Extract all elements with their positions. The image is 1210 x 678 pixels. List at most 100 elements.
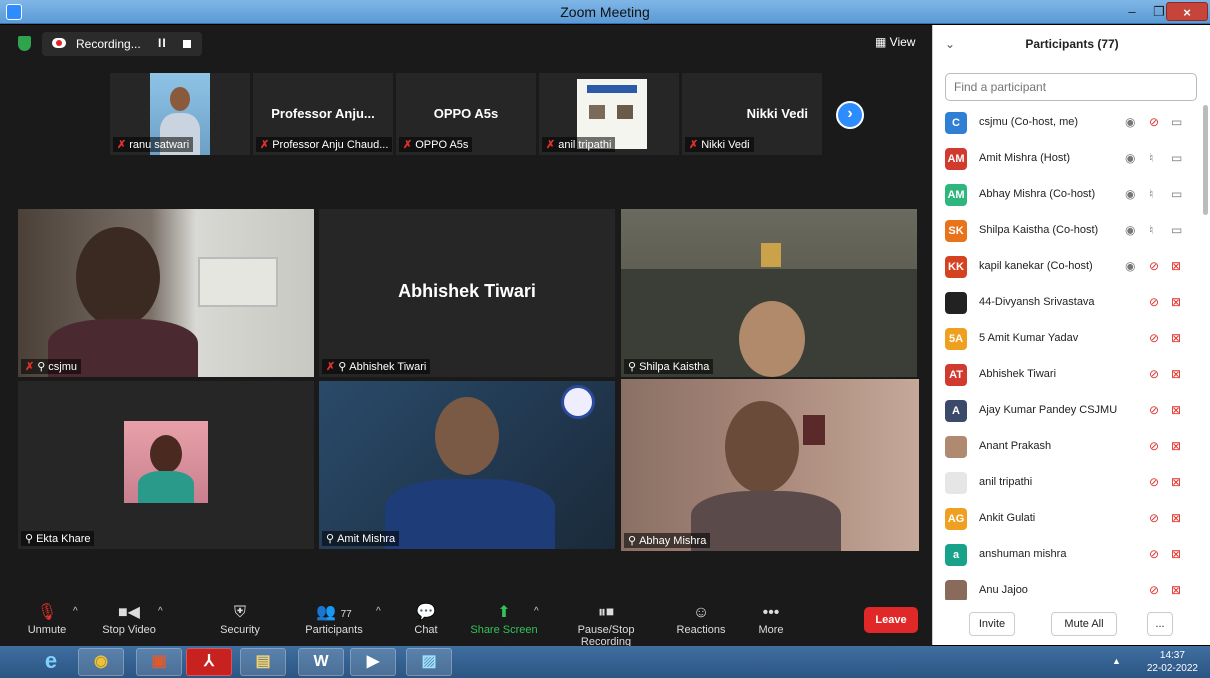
participant-name-large: Professor Anju... xyxy=(271,106,375,121)
share-options-caret-icon[interactable]: ^ xyxy=(534,606,539,617)
video-tile-csjmu[interactable]: ✗ ⚲ csjmu xyxy=(18,209,314,377)
stop-recording-button[interactable] xyxy=(183,40,191,48)
participants-icon: 👥 xyxy=(316,604,337,621)
strip-tile-anil-tripathi[interactable]: ✗ anil tripathi xyxy=(539,73,679,155)
stop-video-button[interactable]: ■◀ Stop Video xyxy=(89,602,169,636)
participant-list-scrollbar[interactable] xyxy=(1203,105,1208,215)
strip-tile-ranu-satwari[interactable]: ✗ ranu satwari xyxy=(110,73,250,155)
participant-label: ✗ ⚲ Abhishek Tiwari xyxy=(322,359,431,374)
leave-button[interactable]: Leave xyxy=(864,607,918,633)
share-indicator-icon: ◉ xyxy=(1125,259,1136,273)
camera-icon: ▭ xyxy=(1171,115,1183,129)
participant-name: kapil kanekar (Co-host) xyxy=(979,260,1093,272)
participant-row[interactable]: A Ajay Kumar Pandey CSJMU ⊘ ⊠ xyxy=(933,393,1201,429)
pin-icon: ⚲ xyxy=(628,535,637,547)
mic-muted-icon: ✗ xyxy=(25,361,35,373)
smiley-icon: ☺ xyxy=(692,604,710,621)
participant-row[interactable]: Anu Jajoo ⊘ ⊠ xyxy=(933,573,1201,600)
meeting-stage: Recording... II ▦ View ✗ ranu satwari Pro… xyxy=(0,25,932,645)
participant-search-input[interactable] xyxy=(945,73,1197,101)
invite-button[interactable]: Invite xyxy=(969,612,1015,636)
photos-icon[interactable]: ▨ xyxy=(406,648,452,676)
participant-name: Ankit Gulati xyxy=(979,512,1036,524)
mic-muted-icon: ⊘ xyxy=(1149,547,1160,561)
participants-caret-icon[interactable]: ^ xyxy=(376,606,381,617)
participant-row[interactable]: AM Abhay Mishra (Co-host) ◉ ♮ ▭ xyxy=(933,177,1201,213)
video-tile-abhishek-tiwari[interactable]: Abhishek Tiwari ✗ ⚲ Abhishek Tiwari xyxy=(319,209,615,377)
close-button[interactable]: × xyxy=(1166,2,1208,21)
video-tile-shilpa-kaistha[interactable]: ⚲ Shilpa Kaistha xyxy=(621,209,917,377)
security-button[interactable]: ⛨ Security xyxy=(200,602,280,636)
panel-more-button[interactable]: ... xyxy=(1147,612,1173,636)
participant-name: anil tripathi xyxy=(979,476,1033,488)
pin-icon: ⚲ xyxy=(37,361,46,373)
video-tile-amit-mishra[interactable]: ⚲ Amit Mishra xyxy=(319,381,615,549)
video-tile-ekta-khare[interactable]: ⚲ Ekta Khare xyxy=(18,381,314,549)
strip-next-arrow-icon[interactable]: › xyxy=(836,101,864,129)
participant-row[interactable]: 44-Divyansh Srivastava ⊘ ⊠ xyxy=(933,285,1201,321)
participant-row[interactable]: anil tripathi ⊘ ⊠ xyxy=(933,465,1201,501)
video-options-caret-icon[interactable]: ^ xyxy=(158,606,163,617)
zoom-icon[interactable]: ▶ xyxy=(350,648,396,676)
window-titlebar: Zoom Meeting – ❐ × xyxy=(0,0,1210,24)
strip-tile-oppo[interactable]: OPPO A5s ✗ OPPO A5s xyxy=(396,73,536,155)
avatar xyxy=(945,580,967,600)
office-icon[interactable]: ▣ xyxy=(136,648,182,676)
view-label: View xyxy=(889,35,916,49)
avatar: C xyxy=(945,112,967,134)
pin-icon: ⚲ xyxy=(25,533,34,545)
encryption-shield-icon[interactable] xyxy=(18,36,31,51)
participant-name-large: OPPO A5s xyxy=(433,106,499,121)
avatar: A xyxy=(945,400,967,422)
avatar: AM xyxy=(945,184,967,206)
more-button[interactable]: ••• More xyxy=(731,602,811,636)
video-tile-abhay-mishra[interactable]: ⚲ Abhay Mishra xyxy=(621,379,919,551)
participant-row[interactable]: 5A 5 Amit Kumar Yadav ⊘ ⊠ xyxy=(933,321,1201,357)
system-clock[interactable]: 14:37 22-02-2022 xyxy=(1147,649,1198,675)
participant-row[interactable]: KK kapil kanekar (Co-host) ◉ ⊘ ⊠ xyxy=(933,249,1201,285)
tray-expand-icon[interactable]: ▲ xyxy=(1112,656,1121,666)
avatar: AM xyxy=(945,148,967,170)
file-explorer-icon[interactable]: ▤ xyxy=(240,648,286,676)
acrobat-icon[interactable]: ⅄ xyxy=(186,648,232,676)
mic-muted-icon: ⊘ xyxy=(1149,115,1160,129)
share-screen-button[interactable]: ⬆ Share Screen xyxy=(464,602,544,636)
audio-options-caret-icon[interactable]: ^ xyxy=(73,606,78,617)
avatar xyxy=(945,436,967,458)
avatar xyxy=(945,292,967,314)
camera-off-icon: ⊠ xyxy=(1171,547,1182,561)
camera-off-icon: ⊠ xyxy=(1171,403,1182,417)
strip-tile-nikki-vedi[interactable]: Nikki Vedi ✗ Nikki Vedi xyxy=(682,73,822,155)
avatar: a xyxy=(945,544,967,566)
view-button[interactable]: ▦ View xyxy=(875,35,915,49)
participant-row[interactable]: AM Amit Mishra (Host) ◉ ♮ ▭ xyxy=(933,141,1201,177)
participant-row[interactable]: Anant Prakash ⊘ ⊠ xyxy=(933,429,1201,465)
participant-name: 5 Amit Kumar Yadav xyxy=(979,332,1079,344)
participant-row[interactable]: Ccsjmu (Co-host, me) ◉ ⊘ ▭ xyxy=(933,105,1201,141)
share-indicator-icon: ◉ xyxy=(1125,223,1136,237)
participant-row[interactable]: AG Ankit Gulati ⊘ ⊠ xyxy=(933,501,1201,537)
mic-muted-icon: ✗ xyxy=(403,139,413,151)
pause-stop-recording-button[interactable]: ⏸⏹ Pause/Stop Recording xyxy=(552,602,660,648)
chrome-icon[interactable]: ◉ xyxy=(78,648,124,676)
camera-off-icon: ⊠ xyxy=(1171,475,1182,489)
chat-button[interactable]: 💬 Chat xyxy=(386,602,466,636)
internet-explorer-icon[interactable]: e xyxy=(28,648,74,676)
minimize-button[interactable]: – xyxy=(1119,2,1145,21)
participants-button[interactable]: 👥 77 Participants xyxy=(294,602,374,636)
word-icon[interactable]: W xyxy=(298,648,344,676)
mic-muted-icon: ✗ xyxy=(117,139,127,151)
recording-label: Recording... xyxy=(76,37,141,51)
avatar: 5A xyxy=(945,328,967,350)
participant-row[interactable]: a anshuman mishra ⊘ ⊠ xyxy=(933,537,1201,573)
pause-recording-button[interactable]: II xyxy=(158,36,167,50)
strip-tile-professor-anju[interactable]: Professor Anju... ✗ Professor Anju Chaud.… xyxy=(253,73,393,155)
participant-row[interactable]: AT Abhishek Tiwari ⊘ ⊠ xyxy=(933,357,1201,393)
reactions-button[interactable]: ☺ Reactions xyxy=(661,602,741,636)
participant-label: ⚲ Shilpa Kaistha xyxy=(624,359,714,374)
participant-label: ✗ ranu satwari xyxy=(113,137,194,152)
participant-row[interactable]: SK Shilpa Kaistha (Co-host) ◉ ♮ ▭ xyxy=(933,213,1201,249)
mute-all-button[interactable]: Mute All xyxy=(1051,612,1117,636)
mic-muted-icon: ✗ xyxy=(689,139,699,151)
avatar: KK xyxy=(945,256,967,278)
